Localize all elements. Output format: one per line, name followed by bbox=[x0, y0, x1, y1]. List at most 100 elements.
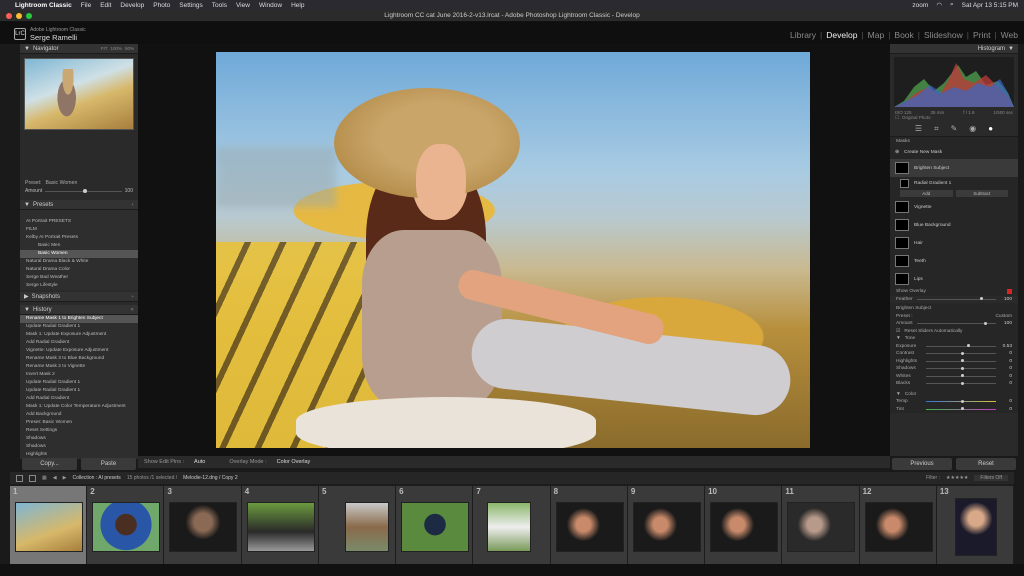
slider-knob[interactable] bbox=[961, 399, 964, 403]
filmstrip-thumb[interactable]: 10 bbox=[705, 486, 782, 564]
histogram[interactable] bbox=[894, 57, 1014, 107]
paste-button[interactable]: Paste bbox=[81, 458, 136, 470]
module-book[interactable]: Book bbox=[894, 30, 913, 40]
add-preset-icon[interactable]: + bbox=[131, 202, 134, 207]
history-item[interactable]: Preset: Basic Women bbox=[20, 419, 138, 427]
module-map[interactable]: Map bbox=[868, 30, 885, 40]
app-menu[interactable]: Lightroom Classic bbox=[15, 2, 72, 9]
zoom-100[interactable]: 100% bbox=[110, 46, 122, 51]
temp-slider[interactable]: Temp 0 bbox=[890, 398, 1018, 406]
slider-knob[interactable] bbox=[961, 351, 964, 355]
mask-row-teeth[interactable]: Teeth bbox=[890, 252, 1018, 270]
history-item[interactable]: Add Background bbox=[20, 411, 138, 419]
menu-help[interactable]: Help bbox=[291, 2, 304, 9]
wifi-icon[interactable]: ◠ bbox=[936, 1, 942, 9]
preset-folder[interactable]: AI Portrait PRESETS bbox=[20, 218, 138, 226]
module-develop[interactable]: Develop bbox=[826, 30, 857, 40]
history-item[interactable]: Update Radial Gradient 1 bbox=[20, 387, 138, 395]
slider-knob[interactable] bbox=[961, 381, 964, 385]
history-item-selected[interactable]: Rename Mask 1 to Brighten Subject bbox=[20, 315, 138, 323]
clock[interactable]: Sat Apr 13 5:15 PM bbox=[962, 2, 1018, 9]
histogram-header[interactable]: Histogram ▼ bbox=[890, 44, 1018, 54]
slider-knob[interactable] bbox=[961, 359, 964, 363]
module-web[interactable]: Web bbox=[1001, 30, 1018, 40]
filmstrip-thumb[interactable]: 9 bbox=[627, 486, 705, 564]
overlay-mode-dropdown[interactable]: Color Overlay bbox=[277, 459, 311, 465]
history-item[interactable]: Shadows bbox=[20, 443, 138, 451]
copy-button[interactable]: Copy... bbox=[22, 458, 77, 470]
filters-dropdown[interactable]: Filters Off bbox=[974, 475, 1008, 481]
collection-breadcrumb[interactable]: Collection : AI presets bbox=[72, 475, 120, 481]
slider-knob[interactable] bbox=[966, 344, 970, 348]
menu-develop[interactable]: Develop bbox=[120, 2, 144, 9]
menu-tools[interactable]: Tools bbox=[212, 2, 227, 9]
minimize-window-button[interactable] bbox=[16, 13, 22, 19]
checkbox-icon[interactable]: ☐ bbox=[895, 115, 899, 121]
filmstrip-thumb[interactable]: 11 bbox=[782, 486, 859, 564]
filmstrip-thumb[interactable]: 5 bbox=[318, 486, 396, 564]
clear-history-icon[interactable]: ✕ bbox=[130, 307, 134, 313]
menu-settings[interactable]: Settings bbox=[179, 2, 203, 9]
filmstrip-thumb[interactable]: 12 bbox=[859, 486, 936, 564]
mask-component-radial[interactable]: Radial Gradient 1 bbox=[890, 177, 1018, 189]
edit-pins-dropdown[interactable]: Auto bbox=[194, 459, 205, 465]
history-item[interactable]: Rename Mask 2 to Vignette bbox=[20, 363, 138, 371]
masking-icon[interactable]: ● bbox=[988, 124, 993, 133]
preset-item-selected[interactable]: Basic Women bbox=[20, 250, 138, 258]
contrast-slider[interactable]: Contrast 0 bbox=[890, 350, 1018, 358]
history-item[interactable]: Shadows bbox=[20, 435, 138, 443]
previous-button[interactable]: Previous bbox=[892, 458, 952, 470]
filmstrip-thumb[interactable]: 2 bbox=[87, 486, 164, 564]
close-window-button[interactable] bbox=[6, 13, 12, 19]
module-library[interactable]: Library bbox=[790, 30, 816, 40]
history-item[interactable]: Reset Settings bbox=[20, 427, 138, 435]
history-item[interactable]: Invert Mask 2 bbox=[20, 371, 138, 379]
reset-sliders-checkbox[interactable]: ☑ Reset Sliders Automatically bbox=[890, 328, 1018, 336]
menu-edit[interactable]: Edit bbox=[100, 2, 111, 9]
forward-arrow-icon[interactable]: ▶ bbox=[63, 475, 67, 481]
mask-subtract-button[interactable]: Subtract bbox=[955, 190, 1008, 197]
selected-file[interactable]: Melodie-12.dng / Copy 2 bbox=[183, 475, 237, 481]
mask-row-vignette[interactable]: Vignette bbox=[890, 198, 1018, 216]
preset-folder[interactable]: Serge Bad Weather bbox=[20, 274, 138, 282]
navigator-header[interactable]: ▼ Navigator FIT 100% 50% bbox=[20, 44, 138, 54]
mask-amount-knob[interactable] bbox=[984, 321, 988, 325]
menu-photo[interactable]: Photo bbox=[153, 2, 170, 9]
mask-amount-slider[interactable]: Amount 100 bbox=[890, 320, 1018, 328]
exposure-slider[interactable]: Exposure 0.53 bbox=[890, 343, 1018, 351]
main-window-icon[interactable] bbox=[16, 474, 23, 482]
main-photo[interactable] bbox=[216, 52, 810, 448]
search-icon[interactable]: ⌕ bbox=[950, 1, 954, 9]
zoom-status[interactable]: zoom bbox=[912, 2, 928, 9]
filmstrip-thumb[interactable]: 3 bbox=[164, 486, 241, 564]
presets-header[interactable]: ▼ Presets + bbox=[20, 200, 138, 210]
show-overlay-toggle[interactable]: Show Overlay bbox=[890, 288, 1018, 296]
history-item[interactable]: Mask 1: Update Color Temperature Adjustm… bbox=[20, 403, 138, 411]
history-item[interactable]: Add Radial Gradient bbox=[20, 339, 138, 347]
menu-file[interactable]: File bbox=[81, 2, 91, 9]
history-header[interactable]: ▼ History ✕ bbox=[20, 305, 138, 315]
mask-preset-dropdown[interactable]: Custom bbox=[995, 314, 1012, 319]
checkbox-checked-icon[interactable]: ☑ bbox=[896, 329, 900, 334]
shadows-slider[interactable]: Shadows 0 bbox=[890, 365, 1018, 373]
mask-add-button[interactable]: Add bbox=[900, 190, 953, 197]
menu-view[interactable]: View bbox=[236, 2, 250, 9]
filmstrip-thumb-selected[interactable]: 1 bbox=[10, 486, 87, 564]
image-canvas[interactable] bbox=[138, 44, 890, 456]
zoom-window-button[interactable] bbox=[26, 13, 32, 19]
snapshots-header[interactable]: ▶ Snapshots + bbox=[20, 292, 138, 302]
reset-button[interactable]: Reset bbox=[956, 458, 1016, 470]
tone-section-header[interactable]: ▼ Tone bbox=[890, 335, 1018, 343]
mask-row-brighten-subject[interactable]: Brighten Subject bbox=[890, 159, 1018, 177]
preset-folder[interactable]: Natural Drama Color bbox=[20, 266, 138, 274]
filmstrip-thumb[interactable]: 4 bbox=[241, 486, 318, 564]
edit-sliders-icon[interactable]: ☰ bbox=[915, 124, 922, 133]
slider-knob[interactable] bbox=[961, 407, 964, 411]
highlights-slider[interactable]: Highlights 0 bbox=[890, 358, 1018, 366]
zoom-fit[interactable]: FIT bbox=[101, 46, 108, 51]
feather-knob[interactable] bbox=[980, 297, 984, 301]
filmstrip-thumb[interactable]: 13 bbox=[936, 486, 1014, 564]
history-item[interactable]: Rename Mask 3 to Blue Background bbox=[20, 355, 138, 363]
module-slideshow[interactable]: Slideshow bbox=[924, 30, 963, 40]
slider-knob[interactable] bbox=[961, 374, 964, 378]
